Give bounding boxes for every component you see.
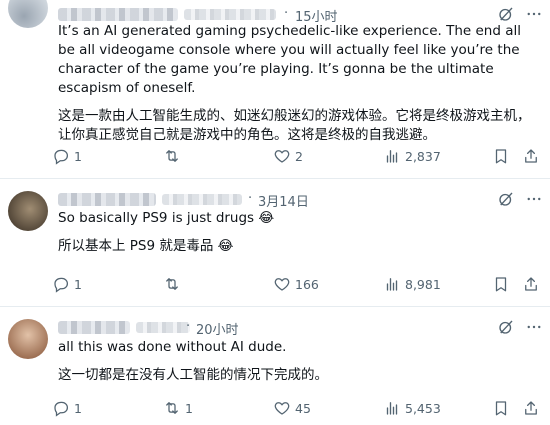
- repost-button[interactable]: [163, 145, 185, 167]
- repost-button[interactable]: [163, 273, 185, 295]
- author-name-redacted[interactable]: [58, 8, 178, 21]
- reply-button[interactable]: 1: [52, 397, 82, 419]
- action-bar: 1 2 2,837: [52, 145, 542, 167]
- share-button[interactable]: [522, 145, 540, 167]
- bookmark-button[interactable]: [492, 273, 510, 295]
- author-handle-redacted: [184, 9, 276, 20]
- bookmark-icon: [495, 149, 507, 164]
- like-button[interactable]: 166: [273, 273, 319, 295]
- author-handle-redacted: [162, 194, 242, 205]
- reply-text: It’s an AI generated gaming psychedelic-…: [58, 22, 538, 145]
- author-name-redacted[interactable]: [58, 321, 130, 334]
- views-button[interactable]: 5,453: [383, 397, 441, 419]
- views-icon: [386, 402, 398, 415]
- like-icon: [274, 278, 290, 291]
- reply-text-zh: 所以基本上 PS9 就是毒品 😂: [58, 238, 234, 254]
- reply-text-en: all this was done without AI dude.: [58, 339, 287, 355]
- grok-icon[interactable]: [497, 318, 515, 336]
- like-icon: [274, 150, 290, 163]
- share-button[interactable]: [522, 397, 540, 419]
- reply-item[interactable]: · 15小时 It’s an AI generated gaming psych…: [0, 0, 550, 178]
- avatar[interactable]: [8, 0, 48, 28]
- reply-text: all this was done without AI dude. 这一切都是…: [58, 338, 538, 385]
- reply-item[interactable]: · 3月14日 So basically PS9 is just drugs 😂…: [0, 178, 550, 306]
- author-name-redacted[interactable]: [58, 193, 156, 206]
- more-icon[interactable]: [525, 318, 543, 336]
- repost-icon: [166, 150, 178, 162]
- share-icon: [525, 277, 537, 291]
- reply-icon: [54, 277, 69, 293]
- reply-icon: [54, 149, 69, 165]
- views-icon: [386, 150, 398, 163]
- reply-icon: [54, 401, 69, 417]
- reply-text-zh: 这是一款由人工智能生成的、如迷幻般迷幻的游戏体验。它将是终极游戏主机，让你真正感…: [58, 108, 531, 143]
- separator-dot: ·: [248, 191, 253, 206]
- avatar[interactable]: [8, 319, 48, 359]
- action-bar: 1 1 45 5,453: [52, 397, 542, 419]
- like-icon: [274, 402, 290, 415]
- separator-dot: ·: [186, 319, 191, 334]
- bookmark-button[interactable]: [492, 145, 510, 167]
- repost-icon: [166, 278, 178, 290]
- action-bar: 1 166 8,981: [52, 273, 542, 295]
- timestamp[interactable]: 20小时: [196, 319, 239, 338]
- views-button[interactable]: 8,981: [383, 273, 441, 295]
- grok-icon[interactable]: [497, 190, 515, 208]
- bookmark-icon: [495, 401, 507, 416]
- bookmark-icon: [495, 277, 507, 292]
- more-icon[interactable]: [525, 190, 543, 208]
- reply-item[interactable]: · 20小时 all this was done without AI dude…: [0, 306, 550, 425]
- reply-text-zh: 这一切都是在没有人工智能的情况下完成的。: [58, 367, 328, 383]
- grok-icon[interactable]: [497, 5, 515, 23]
- reply-button[interactable]: 1: [52, 145, 82, 167]
- like-button[interactable]: 2: [273, 145, 303, 167]
- like-button[interactable]: 45: [273, 397, 311, 419]
- views-icon: [386, 278, 398, 291]
- share-icon: [525, 401, 537, 415]
- share-icon: [525, 149, 537, 163]
- reply-text-en: So basically PS9 is just drugs 😂: [58, 210, 275, 226]
- bookmark-button[interactable]: [492, 397, 510, 419]
- avatar[interactable]: [8, 191, 48, 231]
- views-button[interactable]: 2,837: [383, 145, 441, 167]
- timestamp[interactable]: 3月14日: [258, 191, 309, 210]
- reply-text-en: It’s an AI generated gaming psychedelic-…: [58, 23, 521, 96]
- author-handle-redacted: [136, 322, 190, 333]
- share-button[interactable]: [522, 273, 540, 295]
- repost-button[interactable]: 1: [163, 397, 193, 419]
- more-icon[interactable]: [525, 5, 543, 23]
- separator-dot: ·: [284, 6, 289, 21]
- reply-button[interactable]: 1: [52, 273, 82, 295]
- repost-icon: [166, 402, 178, 414]
- reply-text: So basically PS9 is just drugs 😂 所以基本上 P…: [58, 209, 538, 256]
